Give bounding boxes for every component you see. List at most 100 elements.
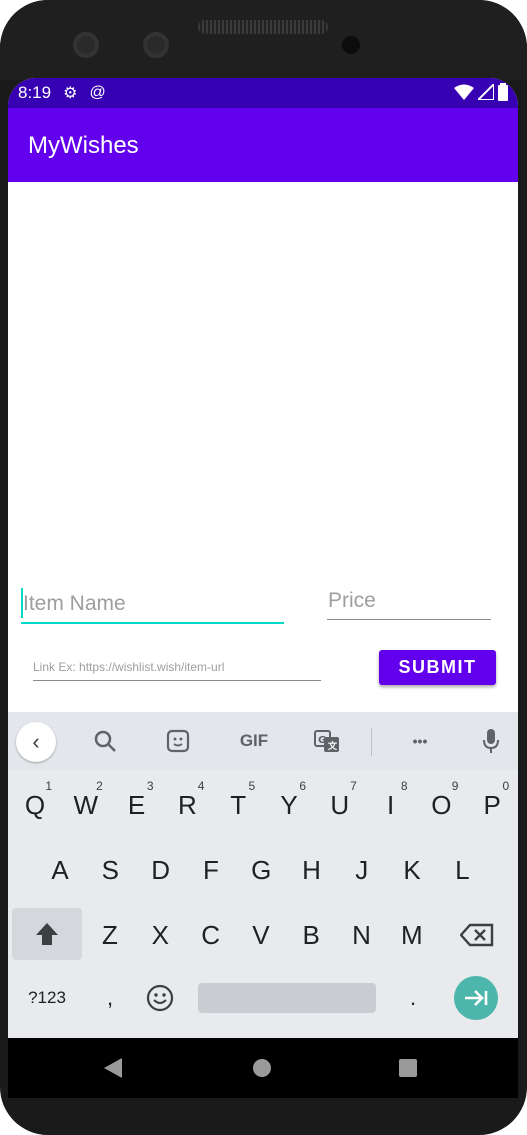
key-i[interactable]: I8 bbox=[366, 775, 416, 835]
link-placeholder: Link Ex: https://wishlist.wish/item-url bbox=[33, 660, 225, 674]
key-z[interactable]: Z bbox=[85, 905, 135, 965]
key-l[interactable]: L bbox=[437, 840, 487, 900]
key-label: X bbox=[151, 919, 169, 950]
key-hint-number: 8 bbox=[400, 779, 408, 793]
key-label: Z bbox=[102, 919, 118, 950]
key-label: D bbox=[151, 854, 170, 885]
key-label: K bbox=[403, 854, 421, 885]
key-n[interactable]: N bbox=[337, 905, 387, 965]
emoji-icon bbox=[146, 984, 174, 1012]
key-hint-number: 7 bbox=[350, 779, 357, 793]
key-m[interactable]: M bbox=[387, 905, 437, 965]
svg-text:文: 文 bbox=[327, 740, 338, 752]
search-icon[interactable] bbox=[90, 726, 120, 756]
microphone-icon[interactable] bbox=[476, 726, 506, 756]
key-label: F bbox=[202, 854, 219, 885]
price-placeholder: Price bbox=[328, 589, 376, 612]
nav-recents-icon[interactable] bbox=[399, 1059, 417, 1077]
shift-icon bbox=[36, 923, 58, 945]
key-c[interactable]: C bbox=[186, 905, 236, 965]
key-label: V bbox=[252, 919, 270, 950]
key-label: C bbox=[201, 919, 220, 950]
key-q[interactable]: Q1 bbox=[10, 775, 60, 835]
price-input[interactable]: Price bbox=[327, 586, 491, 620]
earpiece-speaker bbox=[198, 20, 328, 34]
key-hint-number: 2 bbox=[96, 779, 103, 793]
key-label: H bbox=[302, 854, 321, 885]
key-b[interactable]: B bbox=[286, 905, 336, 965]
symbols-key[interactable]: ?123 bbox=[14, 978, 80, 1018]
key-y[interactable]: Y6 bbox=[264, 775, 314, 835]
key-h[interactable]: H bbox=[287, 840, 337, 900]
battery-icon bbox=[498, 83, 508, 101]
period-key[interactable]: . bbox=[398, 978, 428, 1018]
key-f[interactable]: F bbox=[186, 840, 236, 900]
key-hint-number: 4 bbox=[197, 779, 205, 793]
submit-button[interactable]: SUBMIT bbox=[379, 650, 496, 685]
key-w[interactable]: W2 bbox=[61, 775, 111, 835]
spacebar[interactable] bbox=[198, 983, 376, 1013]
key-s[interactable]: S bbox=[85, 840, 135, 900]
key-label: L bbox=[455, 854, 470, 885]
key-label: W bbox=[73, 789, 99, 820]
key-a[interactable]: A bbox=[35, 840, 85, 900]
nav-home-icon[interactable] bbox=[253, 1059, 271, 1077]
key-j[interactable]: J bbox=[337, 840, 387, 900]
main-content: Item Name Price Link Ex: https://wishlis… bbox=[8, 182, 518, 712]
key-label: O bbox=[431, 789, 452, 820]
key-g[interactable]: G bbox=[236, 840, 286, 900]
more-icon[interactable]: ••• bbox=[403, 726, 437, 756]
key-label: B bbox=[302, 919, 320, 950]
translate-icon[interactable]: G文 bbox=[312, 726, 342, 756]
chevron-left-icon[interactable]: ‹ bbox=[16, 722, 56, 762]
comma-key[interactable]: , bbox=[94, 978, 126, 1018]
screen: 8:19 ⚙ @ MyWishes Item Name Price Link E… bbox=[8, 78, 518, 1038]
key-p[interactable]: P0 bbox=[467, 775, 517, 835]
key-k[interactable]: K bbox=[387, 840, 437, 900]
key-v[interactable]: V bbox=[236, 905, 286, 965]
soft-keyboard: ‹ GIF G文 ••• ?123 , . Q 1 W 2 E 3 R 4 T … bbox=[8, 712, 518, 1038]
next-field-key[interactable] bbox=[454, 976, 498, 1020]
key-hint-number: 5 bbox=[248, 779, 256, 793]
at-icon: @ bbox=[89, 84, 106, 101]
backspace-icon bbox=[460, 923, 494, 947]
sticker-icon[interactable] bbox=[163, 726, 193, 756]
key-label: E bbox=[127, 789, 146, 820]
key-d[interactable]: D bbox=[136, 840, 186, 900]
key-label: U bbox=[330, 789, 350, 820]
key-o[interactable]: O9 bbox=[416, 775, 466, 835]
key-hint-number: 6 bbox=[299, 779, 306, 793]
link-input[interactable]: Link Ex: https://wishlist.wish/item-url bbox=[33, 657, 321, 681]
key-t[interactable]: T5 bbox=[213, 775, 263, 835]
shift-key[interactable] bbox=[12, 908, 82, 960]
key-hint-number: 0 bbox=[502, 779, 510, 793]
app-title: MyWishes bbox=[28, 132, 139, 159]
backspace-key[interactable] bbox=[451, 905, 503, 965]
proximity-sensor bbox=[342, 36, 360, 54]
phone-frame: 8:19 ⚙ @ MyWishes Item Name Price Link E… bbox=[0, 0, 527, 1135]
key-label: I bbox=[386, 789, 395, 820]
key-hint-number: 3 bbox=[146, 779, 154, 793]
status-time: 8:19 bbox=[18, 83, 52, 102]
wifi-icon bbox=[454, 84, 474, 100]
key-x[interactable]: X bbox=[135, 905, 185, 965]
emoji-key[interactable] bbox=[142, 978, 178, 1018]
nav-back-icon[interactable] bbox=[104, 1058, 122, 1078]
navigation-bar bbox=[8, 1038, 518, 1098]
key-label: S bbox=[101, 854, 119, 885]
item-name-input[interactable]: Item Name bbox=[21, 586, 284, 624]
key-r[interactable]: R4 bbox=[162, 775, 212, 835]
key-u[interactable]: U7 bbox=[315, 775, 365, 835]
key-label: G bbox=[251, 854, 272, 885]
gif-icon[interactable]: GIF bbox=[232, 726, 276, 756]
gear-icon: ⚙ bbox=[63, 85, 78, 102]
front-sensor bbox=[143, 32, 169, 58]
key-label: T bbox=[230, 789, 247, 820]
front-camera bbox=[73, 32, 99, 58]
key-e[interactable]: E3 bbox=[112, 775, 162, 835]
key-label: R bbox=[178, 789, 197, 820]
keyboard-toolbar: ‹ GIF G文 ••• bbox=[8, 712, 518, 770]
key-label: N bbox=[352, 919, 371, 950]
key-label: Q bbox=[24, 789, 46, 820]
phone-bezel bbox=[0, 0, 527, 80]
